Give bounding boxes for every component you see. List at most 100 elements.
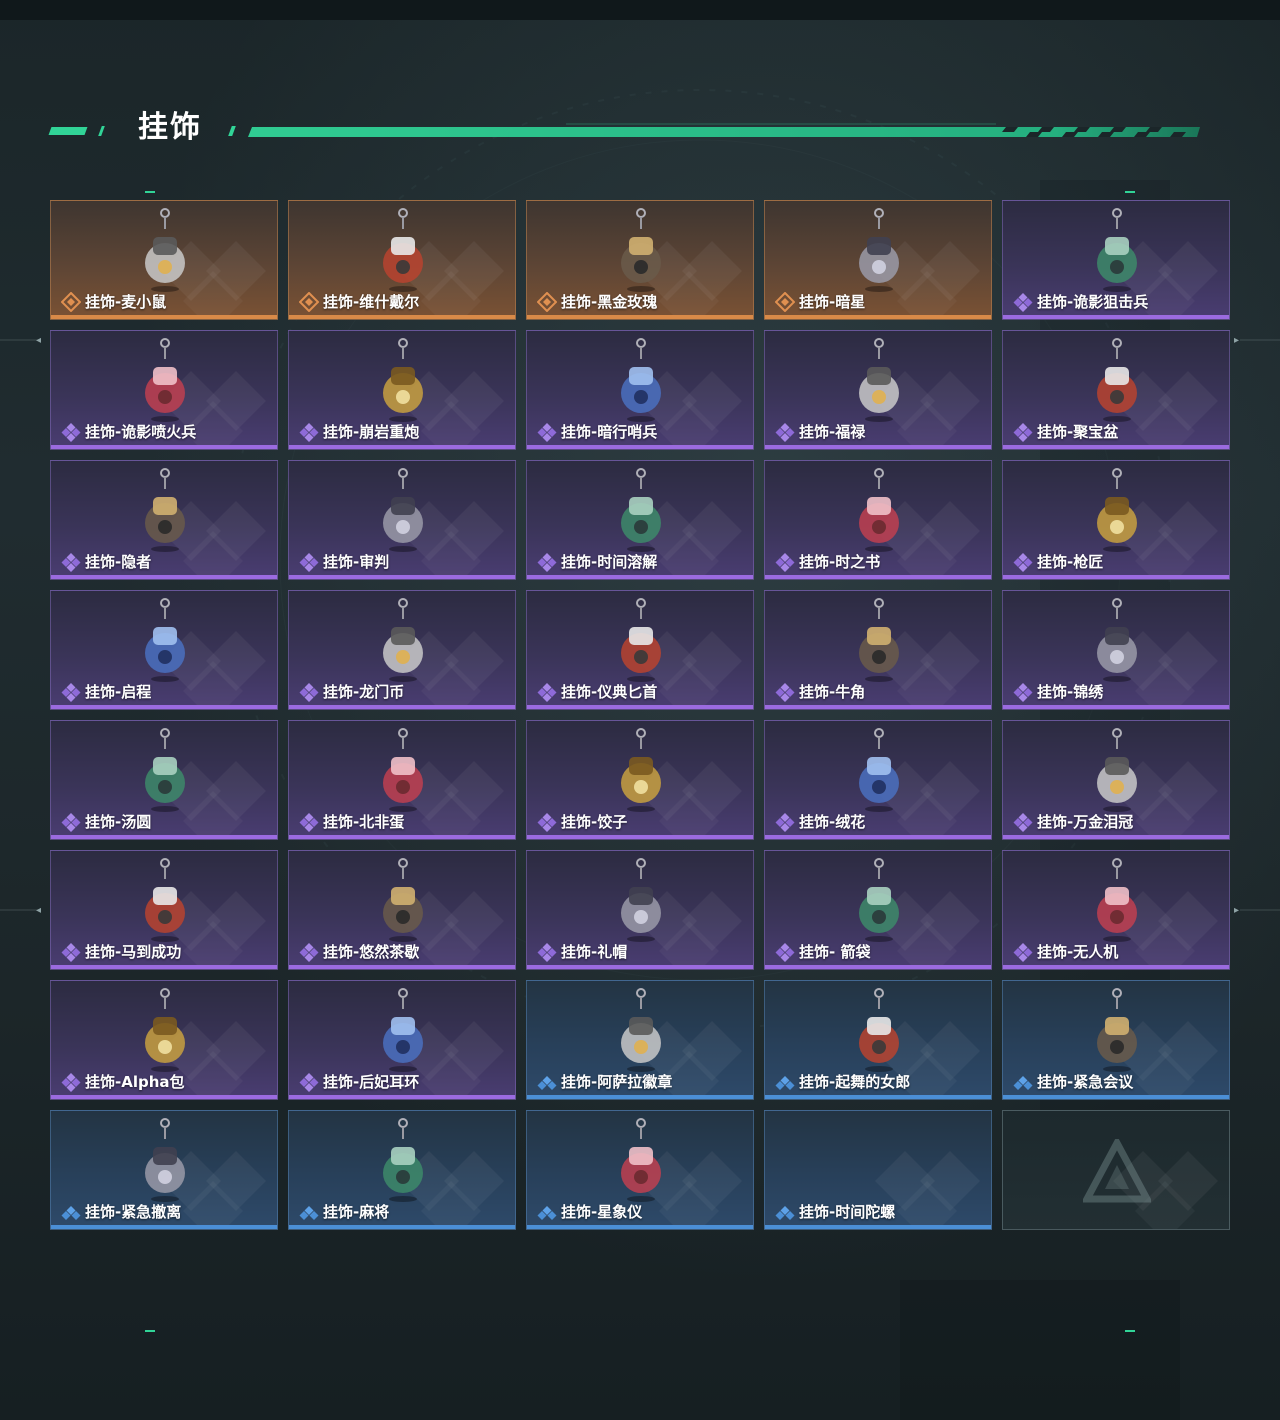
rarity-bar	[289, 1095, 515, 1099]
rarity-diamond-icon	[1013, 423, 1033, 442]
rice-dumpling-bowl-charm-icon	[145, 728, 185, 812]
charm-card[interactable]: 挂饰-时之书	[764, 460, 992, 580]
charm-card[interactable]: 挂饰-起舞的女郎	[764, 980, 992, 1100]
charm-card[interactable]: 挂饰-启程	[50, 590, 278, 710]
rarity-diamond-icon	[299, 683, 319, 702]
rarity-diamond-icon	[537, 1076, 557, 1090]
charm-card[interactable]: 挂饰-紧急撤离	[50, 1110, 278, 1230]
charm-card[interactable]: 挂饰-诡影喷火兵	[50, 330, 278, 450]
charm-card[interactable]: 挂饰-牛角	[764, 590, 992, 710]
treasure-bowl-charm-icon	[1097, 338, 1137, 422]
rarity-diamond-icon	[61, 423, 81, 442]
charm-name: 挂饰-紧急会议	[1037, 1073, 1134, 1091]
book-charm-icon	[859, 468, 899, 552]
rarity-diamond-icon	[299, 943, 319, 962]
charm-card[interactable]: 挂饰-诡影狙击兵	[1002, 200, 1230, 320]
charm-card[interactable]: 挂饰-时间溶解	[526, 460, 754, 580]
rarity-diamond-icon	[775, 423, 795, 442]
rarity-diamond-icon	[61, 1206, 81, 1220]
charm-card[interactable]: 挂饰-维什戴尔	[288, 200, 516, 320]
charm-name: 挂饰-后妃耳环	[323, 1073, 420, 1091]
charm-name: 挂饰-聚宝盆	[1037, 423, 1119, 441]
empty-slot[interactable]	[1002, 1110, 1230, 1230]
corner-tick-bottom-right	[1125, 1330, 1135, 1332]
rarity-bar	[1003, 705, 1229, 709]
rarity-bar	[289, 1225, 515, 1229]
rarity-bar	[1003, 965, 1229, 969]
charm-card[interactable]: 挂饰-无人机	[1002, 850, 1230, 970]
rarity-bar	[51, 1095, 277, 1099]
header-accent-bar	[48, 127, 88, 135]
rarity-bar	[765, 445, 991, 449]
charm-card[interactable]: 挂饰-隐者	[50, 460, 278, 580]
charm-card[interactable]: 挂饰-枪匠	[1002, 460, 1230, 580]
rarity-diamond-icon	[775, 553, 795, 572]
charm-name: 挂饰-悠然茶歇	[323, 943, 420, 961]
gunsmith-charm-icon	[1097, 468, 1137, 552]
charm-card[interactable]: 挂饰-审判	[288, 460, 516, 580]
charm-name: 挂饰-诡影喷火兵	[85, 423, 197, 441]
rarity-bar	[527, 705, 753, 709]
charm-card[interactable]: 挂饰-暗行哨兵	[526, 330, 754, 450]
charm-card[interactable]: 挂饰-绒花	[764, 720, 992, 840]
charm-name: 挂饰-枪匠	[1037, 553, 1104, 571]
charm-card[interactable]: 挂饰-阿萨拉徽章	[526, 980, 754, 1100]
rarity-bar	[289, 965, 515, 969]
dark-star-charm-icon	[859, 208, 899, 292]
charm-card[interactable]: 挂饰-星象仪	[526, 1110, 754, 1230]
charm-card[interactable]: 挂饰-暗星	[764, 200, 992, 320]
charm-card[interactable]: 挂饰-北非蛋	[288, 720, 516, 840]
rarity-diamond-icon	[775, 1206, 795, 1220]
rarity-bar	[1003, 315, 1229, 319]
rarity-bar	[289, 445, 515, 449]
emblem-badge-charm-icon	[621, 988, 661, 1072]
side-arrow-left-top: ◂	[36, 335, 42, 346]
rarity-bar	[289, 315, 515, 319]
charm-card[interactable]: 挂饰-汤圆	[50, 720, 278, 840]
charm-card[interactable]: 挂饰-悠然茶歇	[288, 850, 516, 970]
rarity-diamond-icon	[299, 423, 319, 442]
rarity-bar	[51, 445, 277, 449]
rarity-diamond-icon	[61, 1073, 81, 1092]
charm-card[interactable]: 挂饰- 箭袋	[764, 850, 992, 970]
rarity-diamond-icon	[775, 292, 795, 312]
charm-card[interactable]: 挂饰-黑金玫瑰	[526, 200, 754, 320]
melting-clock-charm-icon	[621, 468, 661, 552]
charm-card[interactable]: 挂饰-龙门币	[288, 590, 516, 710]
rarity-diamond-icon	[61, 813, 81, 832]
rarity-diamond-icon	[61, 553, 81, 572]
rarity-diamond-icon	[61, 683, 81, 702]
rarity-bar	[1003, 575, 1229, 579]
charm-card[interactable]: 挂饰-饺子	[526, 720, 754, 840]
rarity-diamond-icon	[775, 813, 795, 832]
rarity-bar	[51, 315, 277, 319]
charm-card[interactable]: 挂饰-崩岩重炮	[288, 330, 516, 450]
charm-card[interactable]: 挂饰-麻将	[288, 1110, 516, 1230]
rarity-bar	[765, 1225, 991, 1229]
rarity-bar	[527, 835, 753, 839]
rarity-diamond-icon	[1013, 293, 1033, 312]
charm-card[interactable]: 挂饰-麦小鼠	[50, 200, 278, 320]
charm-name: 挂饰-福禄	[799, 423, 866, 441]
charm-card[interactable]: 挂饰-万金泪冠	[1002, 720, 1230, 840]
charm-card[interactable]: 挂饰-后妃耳环	[288, 980, 516, 1100]
charm-card[interactable]: 挂饰-聚宝盆	[1002, 330, 1230, 450]
charm-card[interactable]: 挂饰-礼帽	[526, 850, 754, 970]
charm-name: 挂饰-诡影狙击兵	[1037, 293, 1149, 311]
red-horse-charm-icon	[145, 858, 185, 942]
charm-card[interactable]: 挂饰-时间陀螺	[764, 1110, 992, 1230]
charm-card[interactable]: 挂饰-Alpha包	[50, 980, 278, 1100]
charm-card[interactable]: 挂饰-福禄	[764, 330, 992, 450]
charm-card[interactable]: 挂饰-锦绣	[1002, 590, 1230, 710]
rarity-diamond-icon	[537, 813, 557, 832]
horns-skull-charm-icon	[859, 598, 899, 682]
charm-card[interactable]: 挂饰-紧急会议	[1002, 980, 1230, 1100]
shakshuka-pan-charm-icon	[383, 728, 423, 812]
charm-name: 挂饰-麦小鼠	[85, 293, 167, 311]
charm-card[interactable]: 挂饰-马到成功	[50, 850, 278, 970]
mahjong-tile-charm-icon	[383, 1118, 423, 1202]
rarity-bar	[527, 315, 753, 319]
charm-name: 挂饰-万金泪冠	[1037, 813, 1134, 831]
header-progress-line	[248, 123, 1200, 137]
charm-card[interactable]: 挂饰-仪典匕首	[526, 590, 754, 710]
